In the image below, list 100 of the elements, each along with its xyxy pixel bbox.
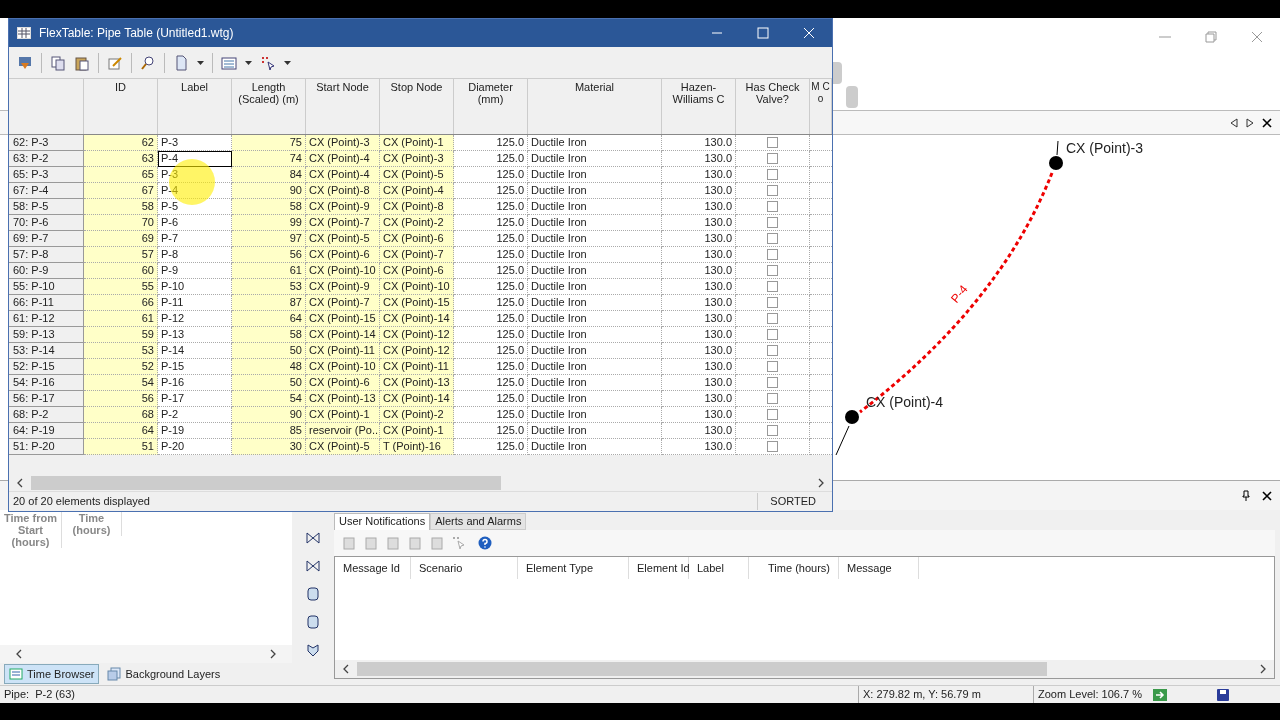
checkbox[interactable] (767, 281, 778, 292)
row-header[interactable]: 57: P-8 (9, 247, 84, 263)
checkbox[interactable] (767, 233, 778, 244)
row-header[interactable]: 68: P-2 (9, 407, 84, 423)
table-cell[interactable]: P-11 (158, 295, 232, 311)
row-header[interactable]: 56: P-17 (9, 391, 84, 407)
table-cell[interactable]: P-3 (158, 135, 232, 151)
scroll-right-icon[interactable] (1260, 664, 1266, 674)
checkbox[interactable] (767, 425, 778, 436)
table-cell[interactable]: P-19 (158, 423, 232, 439)
row-header[interactable]: 66: P-11 (9, 295, 84, 311)
table-cell[interactable]: P-9 (158, 263, 232, 279)
checkbox[interactable] (767, 137, 778, 148)
checkbox[interactable] (767, 297, 778, 308)
scroll-right-icon[interactable] (818, 478, 824, 488)
table-cell[interactable]: P-14 (158, 343, 232, 359)
scrollbar-thumb[interactable] (357, 662, 1047, 676)
go-icon[interactable] (1153, 688, 1167, 701)
table-cell[interactable]: P-6 (158, 215, 232, 231)
checkbox[interactable] (767, 169, 778, 180)
checkbox[interactable] (767, 409, 778, 420)
column-header[interactable]: Message (839, 557, 919, 579)
junction-node[interactable] (1049, 156, 1063, 170)
row-header[interactable]: 59: P-13 (9, 327, 84, 343)
table-cell[interactable]: P-5 (158, 199, 232, 215)
export-icon[interactable] (17, 54, 33, 71)
checkbox[interactable] (767, 185, 778, 196)
next-icon[interactable] (1246, 117, 1254, 128)
caret-icon[interactable] (197, 60, 204, 65)
tab[interactable]: Time Browser (4, 664, 100, 684)
paste-icon[interactable] (74, 54, 90, 71)
caret-icon[interactable] (284, 60, 291, 65)
column-header[interactable]: Scenario (411, 557, 518, 579)
pin-icon[interactable] (1242, 490, 1250, 501)
table-cell[interactable]: P-12 (158, 311, 232, 327)
scroll-left-icon[interactable] (16, 649, 22, 659)
pipe[interactable] (1056, 140, 1059, 156)
row-header[interactable]: 52: P-15 (9, 359, 84, 375)
row-header[interactable]: 54: P-16 (9, 375, 84, 391)
table-cell[interactable]: P-2 (158, 407, 232, 423)
valve-icon[interactable] (306, 530, 320, 546)
table-cell[interactable]: P-15 (158, 359, 232, 375)
row-header[interactable]: 60: P-9 (9, 263, 84, 279)
tank-icon[interactable] (306, 586, 320, 602)
checkbox[interactable] (767, 329, 778, 340)
pump-icon[interactable] (306, 642, 320, 658)
table-cell[interactable]: P-4 (158, 151, 232, 167)
checkbox[interactable] (767, 153, 778, 164)
tank-icon[interactable] (306, 614, 320, 630)
valve-icon[interactable] (306, 558, 320, 574)
column-header[interactable]: Message Id (335, 557, 411, 579)
scroll-left-icon[interactable] (343, 664, 349, 674)
checkbox[interactable] (767, 345, 778, 356)
row-header[interactable]: 65: P-3 (9, 167, 84, 183)
checkbox[interactable] (767, 361, 778, 372)
row-header[interactable]: 70: P-6 (9, 215, 84, 231)
help-icon[interactable] (478, 536, 492, 550)
restore-icon[interactable] (1204, 30, 1218, 44)
checkbox[interactable] (767, 265, 778, 276)
checkbox[interactable] (767, 313, 778, 324)
checkbox[interactable] (767, 377, 778, 388)
pipe[interactable] (835, 425, 850, 456)
table-cell[interactable]: P-8 (158, 247, 232, 263)
junction-node[interactable] (845, 410, 859, 424)
row-header[interactable]: 69: P-7 (9, 231, 84, 247)
checkbox[interactable] (767, 217, 778, 228)
row-header[interactable]: 64: P-19 (9, 423, 84, 439)
row-header[interactable]: 62: P-3 (9, 135, 84, 151)
tab[interactable]: Alerts and Alarms (430, 513, 527, 530)
checkbox[interactable] (767, 249, 778, 260)
row-header[interactable]: 53: P-14 (9, 343, 84, 359)
row-header[interactable]: 61: P-12 (9, 311, 84, 327)
table-cell[interactable]: P-20 (158, 439, 232, 455)
scroll-left-icon[interactable] (17, 478, 23, 488)
close-icon[interactable] (1262, 490, 1272, 501)
scroll-right-icon[interactable] (270, 649, 276, 659)
select-icon[interactable] (260, 54, 276, 71)
table-cell[interactable]: P-17 (158, 391, 232, 407)
column-header[interactable]: Label (689, 557, 749, 579)
edit-icon[interactable] (107, 54, 123, 71)
table-cell[interactable]: P-13 (158, 327, 232, 343)
row-header[interactable]: 67: P-4 (9, 183, 84, 199)
row-header[interactable]: 55: P-10 (9, 279, 84, 295)
table-cell[interactable]: P-10 (158, 279, 232, 295)
scrollbar-thumb[interactable] (31, 476, 501, 490)
maximize-icon[interactable] (756, 26, 770, 40)
table-cell[interactable]: P-7 (158, 231, 232, 247)
column-header[interactable]: Element Type (518, 557, 629, 579)
list-icon[interactable] (221, 54, 237, 71)
caret-icon[interactable] (245, 60, 252, 65)
column-header[interactable]: Time (hours) (749, 557, 839, 579)
column-header[interactable]: M Co (810, 79, 832, 134)
row-header[interactable]: 51: P-20 (9, 439, 84, 455)
close-icon[interactable] (1262, 117, 1272, 128)
row-header[interactable]: 58: P-5 (9, 199, 84, 215)
tab[interactable]: Background Layers (103, 664, 225, 684)
column-header[interactable]: Element Id (629, 557, 689, 579)
checkbox[interactable] (767, 393, 778, 404)
row-header[interactable]: 63: P-2 (9, 151, 84, 167)
checkbox[interactable] (767, 441, 778, 452)
